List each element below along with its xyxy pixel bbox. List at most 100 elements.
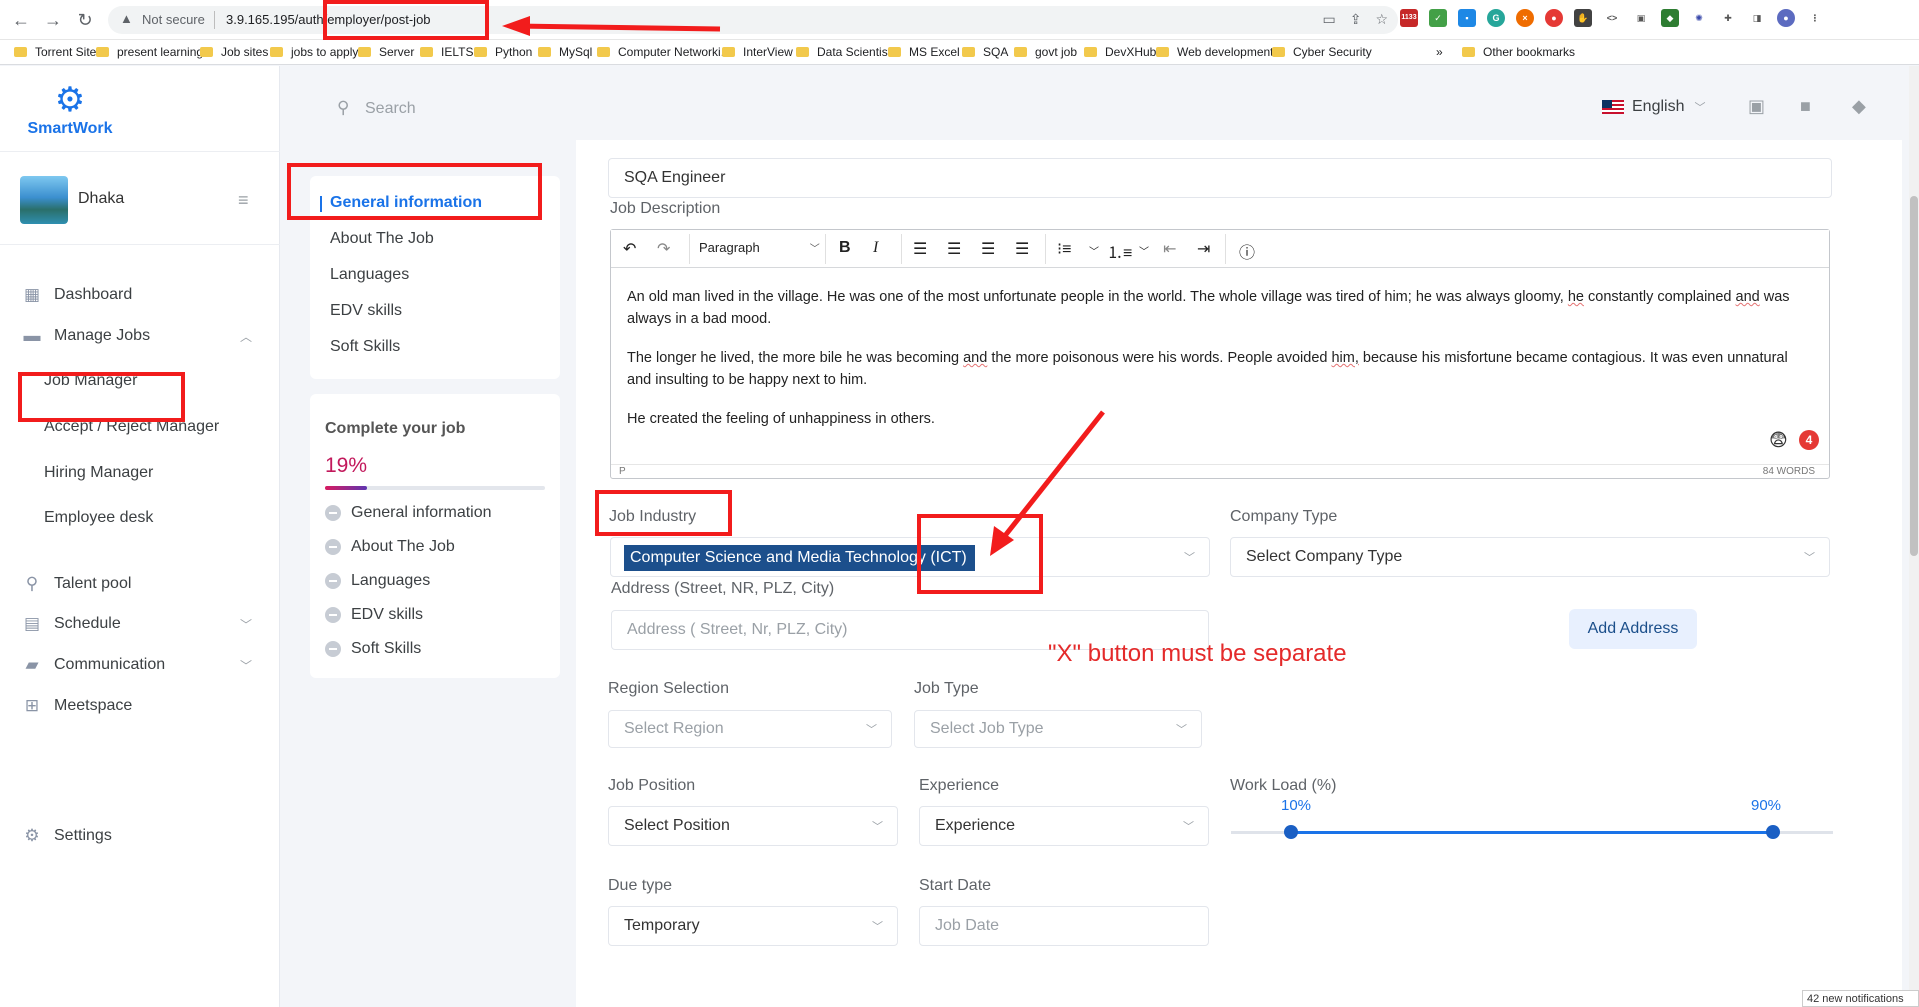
bookmark-item[interactable]: Computer Networki...: [597, 45, 731, 59]
paragraph-format-select[interactable]: Paragraph ﹀: [699, 240, 820, 255]
install-app-icon[interactable]: ▭: [1322, 11, 1335, 28]
numbered-list-icon[interactable]: ⒈≡: [1107, 239, 1132, 263]
checklist-item: Soft Skills: [325, 640, 421, 658]
hand-extension-icon[interactable]: ✋: [1574, 9, 1592, 27]
job-position-select[interactable]: Select Position ﹀: [608, 806, 898, 846]
workload-label: Work Load (%): [1230, 777, 1337, 794]
company-type-select[interactable]: Select Company Type ﹀: [1230, 537, 1830, 577]
outdent-icon[interactable]: ⇤: [1163, 239, 1176, 259]
sidebar-item-schedule[interactable]: ▤ Schedule ﹀: [22, 614, 252, 634]
bookmark-item[interactable]: IELTS: [420, 45, 473, 59]
experience-select[interactable]: Experience ﹀: [919, 806, 1209, 846]
due-type-select[interactable]: Temporary ﹀: [608, 906, 898, 946]
job-type-select[interactable]: Select Job Type ﹀: [914, 710, 1202, 748]
align-right-icon[interactable]: ☰: [981, 239, 995, 259]
shield-extension-icon[interactable]: ✓: [1429, 9, 1447, 27]
align-justify-icon[interactable]: ☰: [1015, 239, 1029, 259]
grammarly-extension-icon[interactable]: G: [1487, 9, 1505, 27]
grammar-badge[interactable]: 4: [1799, 430, 1819, 450]
video-camera-icon[interactable]: ■: [1800, 96, 1811, 117]
help-icon[interactable]: ⓘ: [1239, 239, 1255, 263]
omnibox-actions: ▭ ⇪ ☆: [1322, 11, 1388, 28]
align-left-icon[interactable]: ☰: [913, 239, 927, 259]
align-center-icon[interactable]: ☰: [947, 239, 961, 259]
chevron-down-icon: ﹀: [872, 821, 883, 833]
bookmark-item[interactable]: Python: [474, 45, 532, 59]
gmail-extension-icon[interactable]: 1133: [1400, 9, 1418, 27]
search-input[interactable]: ⚲ Search: [323, 88, 706, 130]
sidebar-item-hiring-manager[interactable]: Hiring Manager: [44, 464, 153, 482]
scrollbar-thumb[interactable]: [1910, 196, 1918, 556]
indent-icon[interactable]: ⇥: [1197, 239, 1210, 259]
bookmark-item[interactable]: InterView: [722, 45, 793, 59]
sidebar-item-talent-pool[interactable]: ⚲ Talent pool: [22, 574, 132, 594]
asterisk-extension-icon[interactable]: ✺: [1690, 9, 1708, 27]
bookmark-item[interactable]: Torrent Site: [14, 45, 96, 59]
bookmark-item[interactable]: DevXHub: [1084, 45, 1156, 59]
blocker-extension-icon[interactable]: ×: [1516, 9, 1534, 27]
grammar-emoji-icon[interactable]: 😨: [1769, 430, 1788, 451]
bookmark-item[interactable]: SQA: [962, 45, 1008, 59]
other-bookmarks[interactable]: Other bookmarks: [1462, 45, 1575, 59]
record-extension-icon[interactable]: ●: [1545, 9, 1563, 27]
sidebar-item-employee-desk[interactable]: Employee desk: [44, 509, 153, 527]
bookmark-item[interactable]: MySql: [538, 45, 592, 59]
bookmarks-overflow-button[interactable]: »: [1436, 45, 1443, 59]
bookmark-item[interactable]: present learning: [96, 45, 203, 59]
job-title-input[interactable]: SQA Engineer: [608, 158, 1832, 198]
editor-content[interactable]: An old man lived in the village. He was …: [627, 286, 1807, 447]
undo-icon[interactable]: ↶: [623, 239, 636, 259]
reload-icon[interactable]: ↻: [74, 9, 96, 31]
avatar[interactable]: [20, 176, 68, 224]
section-link-about-the-job[interactable]: About The Job: [330, 230, 434, 248]
bookmark-item[interactable]: MS Excel: [888, 45, 960, 59]
address-bar[interactable]: ▲ Not secure 3.9.165.195/auth/employer/p…: [108, 6, 1398, 34]
bookmark-item[interactable]: govt job: [1014, 45, 1077, 59]
chevron-down-icon[interactable]: ﹀: [1139, 243, 1149, 258]
italic-icon[interactable]: I: [873, 239, 878, 257]
bookmark-item[interactable]: Server: [358, 45, 414, 59]
bold-icon[interactable]: B: [839, 239, 851, 257]
back-icon[interactable]: ←: [10, 9, 32, 31]
share-icon[interactable]: ⇪: [1350, 11, 1362, 28]
screenshot-extension-icon[interactable]: ▣: [1632, 9, 1650, 27]
bookmark-item[interactable]: Data Scientist: [796, 45, 891, 59]
section-link-edv-skills[interactable]: EDV skills: [330, 302, 402, 320]
sidebar-item-manage-jobs[interactable]: ▬ Manage Jobs ︿: [22, 326, 253, 346]
bulleted-list-icon[interactable]: ⁝≡: [1057, 239, 1071, 259]
bookmark-item[interactable]: jobs to apply: [270, 45, 358, 59]
chevron-down-icon[interactable]: ﹀: [1089, 243, 1099, 258]
workload-max-handle[interactable]: [1765, 825, 1780, 839]
profile-avatar-icon[interactable]: ●: [1777, 9, 1795, 27]
workload-slider[interactable]: [1231, 831, 1833, 834]
region-select[interactable]: Select Region ﹀: [608, 710, 892, 748]
sidebar-item-settings[interactable]: ⚙ Settings: [22, 826, 111, 846]
bookmark-item[interactable]: Web development: [1156, 45, 1274, 59]
brand-logo[interactable]: ⚙ SmartWork: [20, 80, 120, 138]
redo-icon[interactable]: ↷: [657, 239, 670, 259]
minus-circle-icon: [325, 607, 341, 623]
bell-icon[interactable]: ◆: [1852, 96, 1866, 117]
tab-extension-icon[interactable]: ▪: [1458, 9, 1476, 27]
sidebar-item-dashboard[interactable]: ▦ Dashboard: [22, 285, 132, 305]
browser-menu-icon[interactable]: ⋮: [1806, 9, 1824, 27]
bookmark-star-icon[interactable]: ☆: [1375, 11, 1388, 28]
section-link-languages[interactable]: Languages: [330, 266, 409, 284]
drive-extension-icon[interactable]: ◆: [1661, 9, 1679, 27]
hamburger-icon[interactable]: ≡: [238, 190, 249, 211]
forward-icon[interactable]: →: [42, 9, 64, 31]
puzzle-extension-icon[interactable]: ✚: [1719, 9, 1737, 27]
code-extension-icon[interactable]: <>: [1603, 9, 1621, 27]
section-link-soft-skills[interactable]: Soft Skills: [330, 338, 400, 356]
bookmark-item[interactable]: Job sites: [200, 45, 268, 59]
messages-icon[interactable]: ▣: [1748, 96, 1765, 117]
bookmark-label: Computer Networki...: [618, 45, 731, 59]
start-date-input[interactable]: Job Date: [919, 906, 1209, 946]
sidepanel-icon[interactable]: ◨: [1748, 9, 1766, 27]
bookmark-item[interactable]: Cyber Security: [1272, 45, 1372, 59]
page-scrollbar[interactable]: [1909, 66, 1919, 1007]
sidebar-item-communication[interactable]: ▰ Communication ﹀: [22, 655, 252, 675]
sidebar-item-meetspace[interactable]: ⊞ Meetspace: [22, 696, 132, 716]
add-address-button[interactable]: Add Address: [1569, 609, 1697, 649]
language-selector[interactable]: English ﹀: [1602, 98, 1705, 116]
